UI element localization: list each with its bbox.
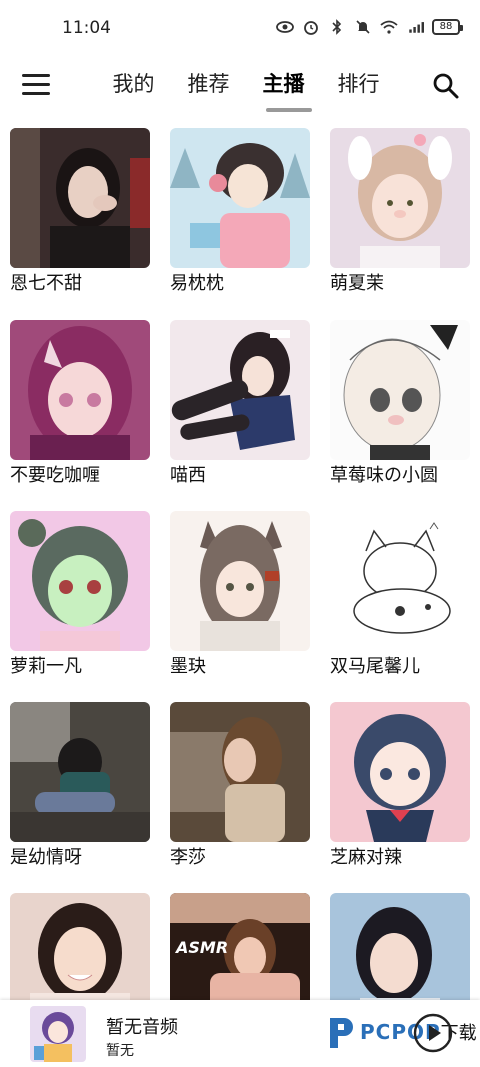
tab-anchors[interactable]: 主播 [246,68,321,112]
anchor-cover [10,128,150,268]
status-time: 11:04 [62,18,111,38]
anchor-cover [10,511,150,651]
tab-recommend[interactable]: 推荐 [171,68,246,108]
anchor-name: 喵西 [170,465,206,486]
anchor-card[interactable]: 不要吃咖喱 [10,320,150,488]
mute-icon [354,18,372,36]
anchor-cover [330,702,470,842]
signal-5g-icon [406,18,424,36]
anchor-name: 草莓味の小圆 [330,465,438,486]
anchor-card[interactable]: 草莓味の小圆 [330,320,470,488]
anchor-cover [330,320,470,460]
anchor-card[interactable]: 萌夏茉 [330,128,470,296]
status-bar: 11:04 88 [0,0,480,56]
anchor-cover [170,511,310,651]
menu-icon[interactable] [22,74,50,98]
alarm-icon [302,18,320,36]
anchor-name: 墨玦 [170,656,206,677]
anchor-card[interactable]: 芝麻对辣 [330,702,470,870]
player-title: 暂无音频 [106,1017,178,1038]
anchor-cover [170,320,310,460]
anchor-cover [10,320,150,460]
anchor-name: 萌夏茉 [330,273,384,294]
anchor-card[interactable]: 是幼情呀 [10,702,150,870]
player-cover [30,1006,86,1062]
anchor-name: 萝莉一凡 [10,656,82,677]
mini-player[interactable]: 暂无音频 暂无 PCPOP 下载 [0,1000,480,1067]
anchor-cover [330,511,470,651]
anchor-name: 易枕枕 [170,273,224,294]
anchor-name: 李莎 [170,847,206,868]
status-icons: 88 [276,18,463,36]
anchor-cover [170,702,310,842]
anchor-cover [170,128,310,268]
anchor-card[interactable]: 易枕枕 [170,128,310,296]
anchor-card[interactable]: 李莎 [170,702,310,870]
anchor-card[interactable]: 萝莉一凡 [10,511,150,679]
battery-icon: 88 [432,19,463,35]
anchor-card[interactable]: 双马尾馨儿 [330,511,470,679]
top-nav: 我的 推荐 主播 排行 [0,56,480,120]
anchor-name: 双马尾馨儿 [330,656,420,677]
anchor-cover [330,128,470,268]
anchor-name: 是幼情呀 [10,847,82,868]
anchor-name: 恩七不甜 [10,273,82,294]
asmr-label: ASMR [174,938,228,957]
play-icon[interactable] [412,1012,454,1054]
anchor-cover [10,702,150,842]
anchor-card[interactable]: 墨玦 [170,511,310,679]
watermark: PCPOP 下载 [326,1014,477,1050]
search-icon[interactable] [432,72,460,100]
watermark-logo-icon [330,1018,353,1048]
tab-bar: 我的 推荐 主播 排行 [96,68,396,112]
player-subtitle: 暂无 [106,1043,134,1059]
eye-icon [276,18,294,36]
anchor-name: 不要吃咖喱 [10,465,100,486]
anchor-card[interactable]: 恩七不甜 [10,128,150,296]
anchor-card[interactable]: 喵西 [170,320,310,488]
tab-mine[interactable]: 我的 [96,68,171,108]
tab-ranking[interactable]: 排行 [321,68,396,108]
bluetooth-icon [328,18,346,36]
wifi-icon [380,18,398,36]
anchor-name: 芝麻对辣 [330,847,402,868]
